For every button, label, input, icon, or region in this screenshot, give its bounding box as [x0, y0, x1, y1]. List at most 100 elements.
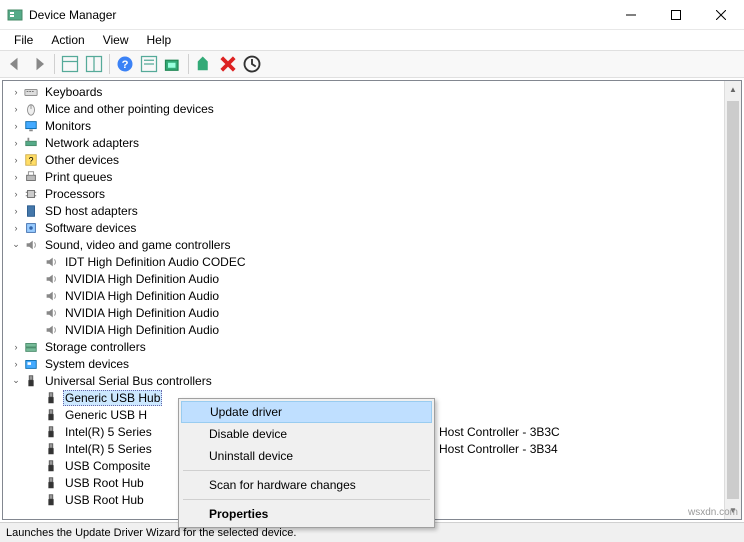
expand-icon[interactable]: › [9, 357, 23, 371]
tree-item-label: Print queues [43, 170, 114, 184]
statusbar-text: Launches the Update Driver Wizard for th… [6, 527, 296, 539]
show-hidden-button[interactable] [59, 53, 81, 75]
tree-item[interactable]: › System devices [3, 355, 741, 372]
tree-item[interactable]: › Monitors [3, 117, 741, 134]
system-icon [23, 356, 39, 372]
scroll-thumb[interactable] [727, 101, 739, 499]
tree-item-label: Intel(R) 5 Series [63, 442, 154, 456]
svg-text:?: ? [29, 155, 34, 165]
usb-icon [43, 492, 59, 508]
help-button[interactable]: ? [114, 53, 136, 75]
tree-item[interactable]: ⌄ Sound, video and game controllers [3, 236, 741, 253]
expand-icon[interactable]: › [9, 119, 23, 133]
context-menu-item[interactable]: Properties [181, 503, 432, 525]
expand-icon[interactable]: › [9, 221, 23, 235]
tree-item-label: USB Root Hub [63, 493, 146, 507]
tree-item-label: Storage controllers [43, 340, 148, 354]
context-menu-item[interactable]: Disable device [181, 423, 432, 445]
tree-item-label: NVIDIA High Definition Audio [63, 306, 221, 320]
sound-icon [23, 237, 39, 253]
sound-icon [43, 254, 59, 270]
sound-icon [43, 305, 59, 321]
expand-icon[interactable]: › [9, 170, 23, 184]
context-menu-item[interactable]: Scan for hardware changes [181, 474, 432, 496]
back-button[interactable] [4, 53, 26, 75]
tree-item[interactable]: ›Software devices [3, 219, 741, 236]
tree-item-label: SD host adapters [43, 204, 140, 218]
tree-item[interactable]: ›Processors [3, 185, 741, 202]
tree-item-label: Generic USB H [63, 408, 149, 422]
expand-icon[interactable]: › [9, 153, 23, 167]
usb-icon [23, 373, 39, 389]
tree-item-label: Keyboards [43, 85, 104, 99]
watermark: wsxdn.com [688, 507, 738, 518]
forward-button[interactable] [28, 53, 50, 75]
tree-item-label: Universal Serial Bus controllers [43, 374, 214, 388]
tree-item[interactable]: ⌄ Universal Serial Bus controllers [3, 372, 741, 389]
mouse-icon [23, 101, 39, 117]
printer-icon [23, 169, 39, 185]
tree-item-label: IDT High Definition Audio CODEC [63, 255, 248, 269]
toolbar-separator [109, 54, 110, 74]
tree-item-label: System devices [43, 357, 131, 371]
tree-item[interactable]: › Storage controllers [3, 338, 741, 355]
usb-icon [43, 475, 59, 491]
usb-icon [43, 407, 59, 423]
tree-item[interactable]: › Keyboards [3, 83, 741, 100]
context-menu-separator [183, 499, 430, 500]
properties-button[interactable] [138, 53, 160, 75]
menu-help[interactable]: Help [139, 31, 180, 49]
tree-item[interactable]: NVIDIA High Definition Audio [3, 304, 741, 321]
menu-file[interactable]: File [6, 31, 41, 49]
window-title: Device Manager [29, 8, 608, 22]
tree-item-label: Monitors [43, 119, 93, 133]
view-button[interactable] [83, 53, 105, 75]
expand-icon[interactable]: › [9, 340, 23, 354]
tree-item-label: Network adapters [43, 136, 141, 150]
other-icon: ? [23, 152, 39, 168]
tree-item[interactable]: ›Mice and other pointing devices [3, 100, 741, 117]
context-menu-separator [183, 470, 430, 471]
context-menu-item[interactable]: Uninstall device [181, 445, 432, 467]
tree-item-label: Sound, video and game controllers [43, 238, 232, 252]
tree-item-label: USB Composite [63, 459, 152, 473]
expand-icon[interactable]: › [9, 204, 23, 218]
expand-icon[interactable]: › [9, 85, 23, 99]
uninstall-button[interactable] [217, 53, 239, 75]
minimize-button[interactable] [608, 0, 653, 29]
toolbar-separator [54, 54, 55, 74]
collapse-icon[interactable]: ⌄ [9, 238, 23, 252]
tree-item[interactable]: › Print queues [3, 168, 741, 185]
menubar: File Action View Help [0, 30, 744, 50]
tree-item[interactable]: › Network adapters [3, 134, 741, 151]
maximize-button[interactable] [653, 0, 698, 29]
expand-icon[interactable]: › [9, 187, 23, 201]
update-driver-button[interactable] [193, 53, 215, 75]
context-menu-item[interactable]: Update driver [181, 401, 432, 423]
sound-icon [43, 271, 59, 287]
scroll-up-icon[interactable]: ▲ [725, 81, 741, 98]
tree-item[interactable]: IDT High Definition Audio CODEC [3, 253, 741, 270]
disable-button[interactable] [241, 53, 263, 75]
usb-icon [43, 458, 59, 474]
tree-item[interactable]: NVIDIA High Definition Audio [3, 287, 741, 304]
close-button[interactable] [698, 0, 743, 29]
tree-item-label: NVIDIA High Definition Audio [63, 289, 221, 303]
keyboard-icon [23, 84, 39, 100]
app-icon [7, 7, 23, 23]
tree-item[interactable]: › SD host adapters [3, 202, 741, 219]
expand-icon[interactable]: › [9, 136, 23, 150]
tree-item[interactable]: NVIDIA High Definition Audio [3, 270, 741, 287]
context-menu: Update driverDisable deviceUninstall dev… [178, 398, 435, 528]
collapse-icon[interactable]: ⌄ [9, 374, 23, 388]
menu-view[interactable]: View [95, 31, 137, 49]
tree-item-label: USB Root Hub [63, 476, 146, 490]
expand-icon[interactable]: › [9, 102, 23, 116]
tree-item[interactable]: NVIDIA High Definition Audio [3, 321, 741, 338]
storage-icon [23, 339, 39, 355]
scan-button[interactable] [162, 53, 184, 75]
vertical-scrollbar[interactable]: ▲ ▼ [724, 81, 741, 519]
tree-item-label: Generic USB Hub [63, 390, 162, 406]
tree-item[interactable]: ›?Other devices [3, 151, 741, 168]
menu-action[interactable]: Action [43, 31, 92, 49]
